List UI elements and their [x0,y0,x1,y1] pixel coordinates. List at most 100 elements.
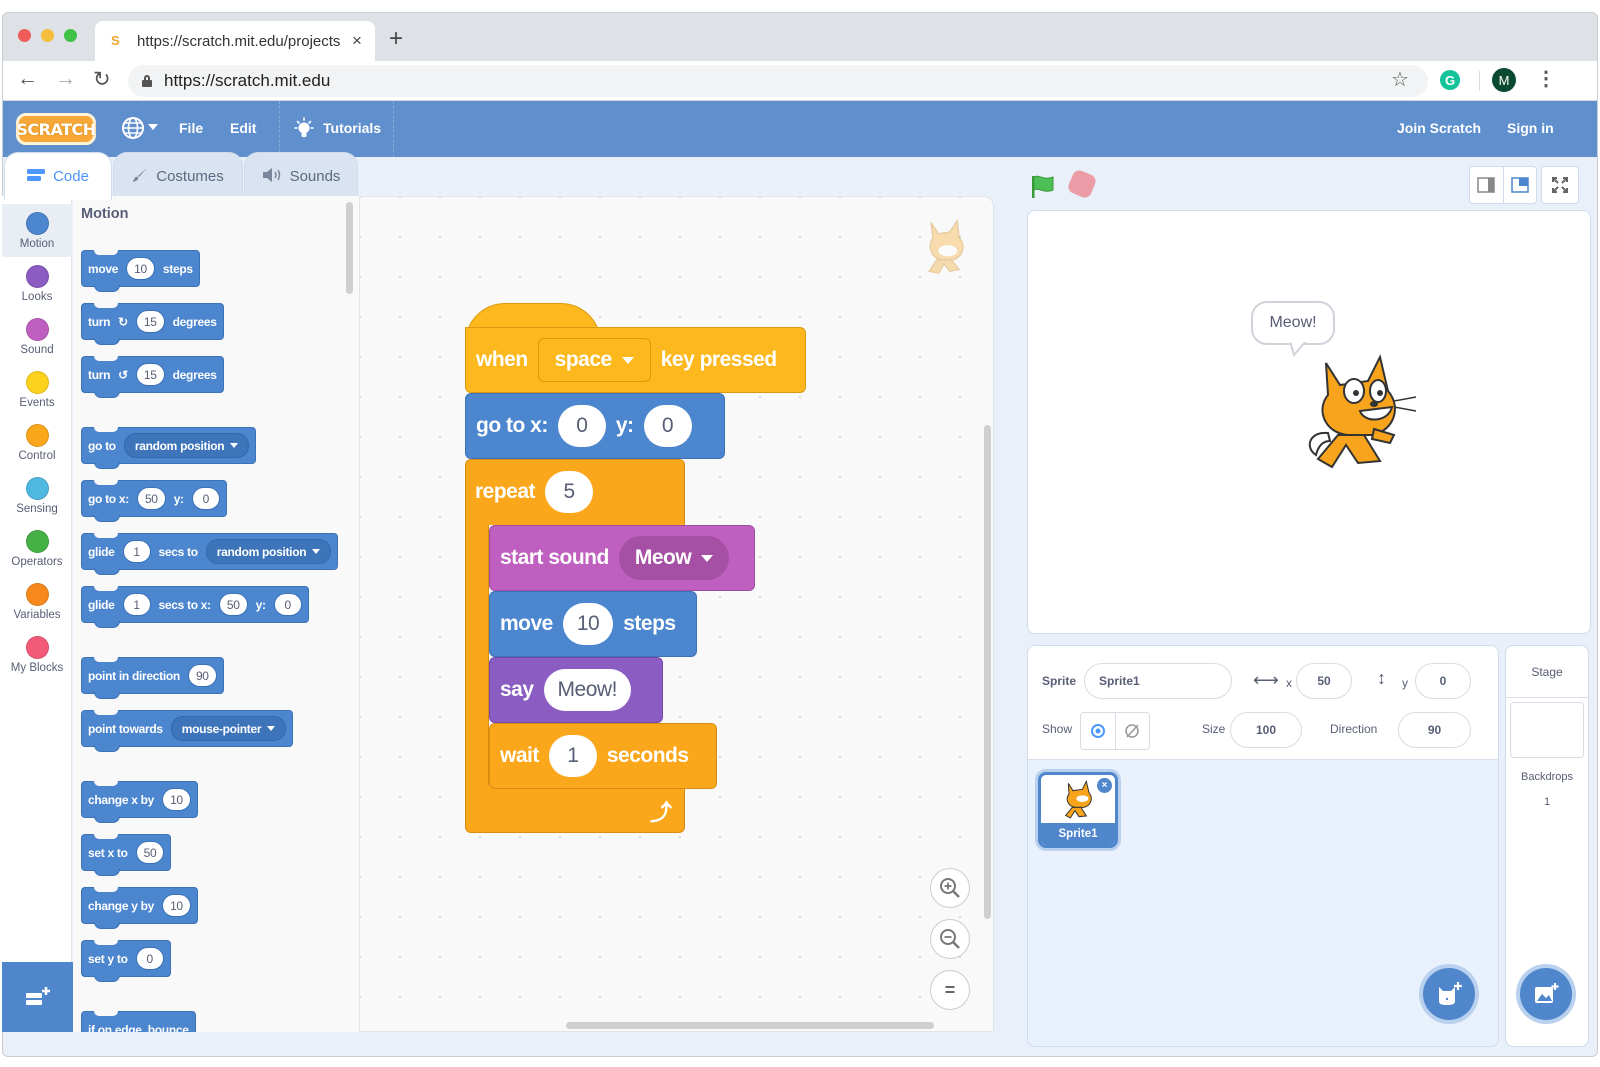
add-backdrop-button[interactable] [1520,968,1572,1020]
grammarly-extension-icon[interactable]: G [1440,70,1460,90]
new-tab-button[interactable]: + [389,25,403,53]
block-input[interactable]: 1 [122,540,151,563]
script-say[interactable]: say Meow! [489,657,663,723]
block-glide-to[interactable]: glide 1 secs to random position [81,533,339,575]
direction-input[interactable]: 90 [1398,712,1471,748]
category-sound[interactable]: Sound [2,310,72,363]
block-input[interactable]: 1 [548,735,597,777]
block-turn-left[interactable]: turn ↺ 15 degrees [81,356,224,398]
show-sprite-button[interactable] [1081,713,1115,749]
maximize-window-button[interactable] [64,29,77,42]
delete-sprite-icon[interactable]: × [1097,778,1112,793]
block-input[interactable]: 50 [218,593,248,616]
forward-button[interactable]: → [55,67,76,91]
zoom-out-button[interactable] [930,919,970,959]
size-input[interactable]: 100 [1230,712,1302,748]
block-input[interactable]: 10 [162,894,191,917]
workspace-vertical-scrollbar[interactable] [984,425,991,919]
script-wait[interactable]: wait 1 seconds [489,723,717,789]
tutorials-menu[interactable]: Tutorials [323,120,381,136]
block-input[interactable]: 0 [643,405,692,447]
cat-sprite[interactable] [1298,351,1418,481]
script-when-key-pressed[interactable]: when space key pressed [465,327,806,393]
block-if-on-edge-bounce[interactable]: if on edge, bounce [81,1011,196,1032]
profile-avatar[interactable]: M [1492,68,1516,92]
script-start-sound[interactable]: start sound Meow [489,525,755,591]
block-glide-to-xy[interactable]: glide 1 secs to x: 50 y: 0 [81,586,309,628]
block-dropdown[interactable]: random position [205,539,332,564]
bookmark-star-icon[interactable]: ☆ [1391,67,1409,92]
block-input[interactable]: 50 [135,841,165,864]
close-window-button[interactable] [18,29,31,42]
small-stage-button[interactable] [1470,167,1503,203]
key-dropdown[interactable]: space [537,338,651,382]
stage-canvas[interactable]: Meow! [1027,210,1591,634]
large-stage-button[interactable] [1502,167,1536,203]
block-set-y[interactable]: set y to 0 [81,940,171,982]
block-input[interactable]: 1 [122,593,151,616]
block-move-steps[interactable]: move 10 steps [81,250,200,292]
scratch-logo[interactable]: SCRATCH [16,113,96,145]
block-input[interactable]: 15 [135,310,165,333]
block-input[interactable]: 0 [191,487,220,510]
browser-menu-icon[interactable]: ⋮ [1536,66,1556,91]
category-looks[interactable]: Looks [2,257,72,310]
block-dropdown[interactable]: random position [123,433,250,458]
block-input[interactable]: 0 [557,405,606,447]
green-flag-icon[interactable] [1030,174,1056,200]
language-globe-icon[interactable] [121,116,145,146]
category-motion[interactable]: Motion [2,204,72,257]
backdrop-thumbnail[interactable] [1510,702,1584,758]
workspace-horizontal-scrollbar[interactable] [566,1022,934,1029]
zoom-reset-button[interactable]: = [930,970,970,1010]
block-input[interactable]: 15 [135,363,165,386]
block-input[interactable]: 10 [162,788,191,811]
sound-dropdown[interactable]: Meow [618,536,730,580]
category-control[interactable]: Control [2,416,72,469]
block-set-x[interactable]: set x to 50 [81,834,172,876]
address-bar[interactable]: https://scratch.mit.edu [128,65,1428,97]
close-tab-icon[interactable]: × [352,31,362,51]
back-button[interactable]: ← [17,67,38,91]
category-sensing[interactable]: Sensing [2,469,72,522]
browser-tab[interactable]: S https://scratch.mit.edu/projects × [95,21,375,61]
block-input[interactable]: 0 [273,593,302,616]
block-input[interactable]: 10 [562,603,614,645]
block-point-towards[interactable]: point towards mouse-pointer [81,710,294,752]
block-input[interactable]: 10 [126,257,155,280]
script-go-to-xy[interactable]: go to x: 0 y: 0 [465,393,725,459]
tab-code[interactable]: Code [4,152,112,200]
block-input[interactable]: Meow! [543,669,631,711]
zoom-in-button[interactable] [930,868,970,908]
edit-menu[interactable]: Edit [230,120,256,136]
category-operators[interactable]: Operators [2,522,72,575]
sprite-name-input[interactable]: Sprite1 [1084,663,1232,699]
block-turn-right[interactable]: turn ↻ 15 degrees [81,303,224,345]
palette-scrollbar[interactable] [346,202,353,294]
add-extension-button[interactable] [2,962,73,1032]
block-point-in-direction[interactable]: point in direction 90 [81,657,224,699]
block-input[interactable]: 50 [136,487,166,510]
script-move-steps[interactable]: move 10 steps [489,591,697,657]
block-input[interactable]: 0 [135,947,164,970]
reload-button[interactable]: ↻ [93,67,111,92]
fullscreen-button[interactable] [1541,166,1579,204]
tab-costumes[interactable]: Costumes [113,152,243,200]
category-my-blocks[interactable]: My Blocks [2,628,72,681]
hide-sprite-button[interactable] [1114,713,1149,749]
block-input[interactable]: 5 [545,471,594,513]
block-go-to[interactable]: go to random position [81,427,257,469]
stage-target-pane[interactable]: Stage Backdrops 1 [1505,645,1589,1047]
block-change-y[interactable]: change y by 10 [81,887,198,929]
block-go-to-xy[interactable]: go to x: 50 y: 0 [81,480,227,522]
block-dropdown[interactable]: mouse-pointer [170,716,287,741]
tab-sounds[interactable]: Sounds [244,152,358,200]
file-menu[interactable]: File [179,120,203,136]
sign-in-link[interactable]: Sign in [1507,120,1554,136]
minimize-window-button[interactable] [41,29,54,42]
join-scratch-link[interactable]: Join Scratch [1397,120,1481,136]
block-input[interactable]: 90 [187,664,217,687]
block-change-x[interactable]: change x by 10 [81,781,198,823]
category-events[interactable]: Events [2,363,72,416]
category-variables[interactable]: Variables [2,575,72,628]
